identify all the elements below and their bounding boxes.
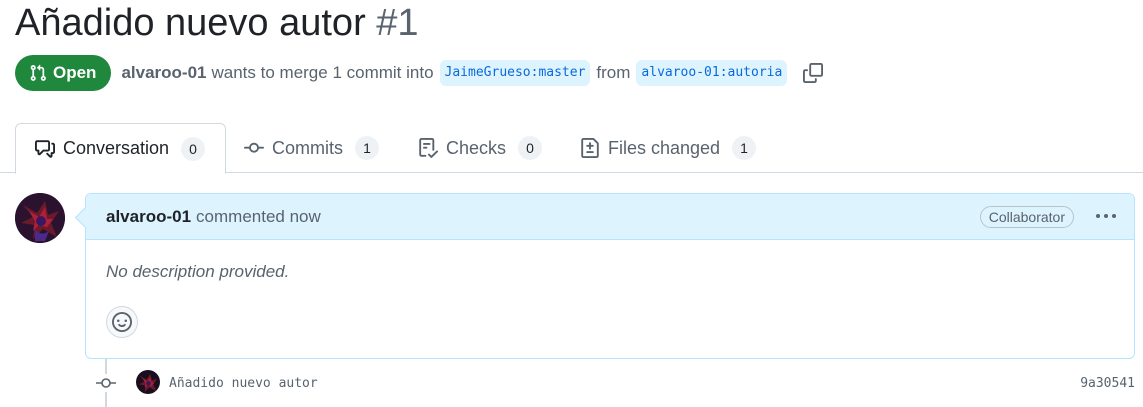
- base-branch-label[interactable]: JaimeGrueso:master: [439, 60, 591, 86]
- pr-tabs: Conversation 0 Commits 1 Checks 0 Files …: [0, 123, 1143, 174]
- state-badge: Open: [15, 55, 112, 91]
- pr-status-row: Open alvaroo-01 wants to merge 1 commit …: [15, 55, 824, 91]
- tab-checks-count: 0: [518, 136, 543, 160]
- git-pull-request-icon: [30, 64, 46, 81]
- tab-conversation-label: Conversation: [63, 138, 170, 158]
- comment-discussion-icon: [35, 139, 55, 158]
- page-title: Añadido nuevo autor #1: [15, 0, 419, 46]
- comment-body: No description provided.: [106, 262, 290, 281]
- head-branch-label[interactable]: alvaroo-01:autoria: [636, 60, 788, 86]
- pr-number: #1: [376, 2, 419, 44]
- comment-box: alvaroo-01 commented now Collaborator No…: [85, 193, 1135, 359]
- add-reaction-button[interactable]: [106, 306, 138, 338]
- smiley-icon: [112, 312, 132, 332]
- commit-sha-link[interactable]: 9a30541: [1080, 376, 1135, 391]
- kebab-horizontal-icon: [1096, 214, 1116, 218]
- checklist-icon: [419, 138, 438, 158]
- pr-author-link[interactable]: alvaroo-01: [121, 63, 206, 83]
- commit-author-avatar[interactable]: [136, 370, 160, 394]
- comment-timestamp[interactable]: commented now: [196, 207, 321, 227]
- copy-icon: [803, 63, 824, 83]
- comment-header: alvaroo-01 commented now Collaborator: [86, 194, 1134, 240]
- pr-title: Añadido nuevo autor: [15, 2, 366, 44]
- file-diff-icon: [581, 138, 599, 158]
- tab-conversation-count: 0: [181, 136, 206, 161]
- commit-message-link[interactable]: Añadido nuevo autor: [169, 376, 318, 391]
- tab-checks[interactable]: Checks 0: [418, 123, 543, 173]
- tab-files-changed-count: 1: [732, 136, 757, 160]
- git-commit-icon: [244, 142, 264, 153]
- git-commit-icon: [94, 374, 118, 392]
- merge-from-text: from: [596, 63, 631, 82]
- timeline-commit-item: Añadido nuevo autor 9a30541: [94, 369, 1139, 397]
- tab-commits-label: Commits: [272, 137, 343, 158]
- tab-files-changed-label: Files changed: [608, 137, 721, 158]
- comment-author-link[interactable]: alvaroo-01: [106, 207, 191, 227]
- state-label: Open: [53, 63, 97, 82]
- tab-files-changed[interactable]: Files changed 1: [580, 123, 757, 173]
- comment-options-button[interactable]: [1094, 206, 1118, 226]
- role-label: Collaborator: [979, 206, 1074, 228]
- merge-text: wants to merge 1 commit into: [211, 63, 434, 82]
- tab-commits[interactable]: Commits 1: [244, 123, 379, 173]
- avatar[interactable]: [15, 193, 65, 243]
- tab-checks-label: Checks: [446, 137, 507, 158]
- tab-conversation[interactable]: Conversation 0: [15, 123, 227, 174]
- tab-commits-count: 1: [355, 136, 379, 160]
- copy-branch-button[interactable]: [803, 63, 824, 83]
- pull-request-page: Añadido nuevo autor #1 Open alvaroo-01 w…: [0, 0, 1143, 407]
